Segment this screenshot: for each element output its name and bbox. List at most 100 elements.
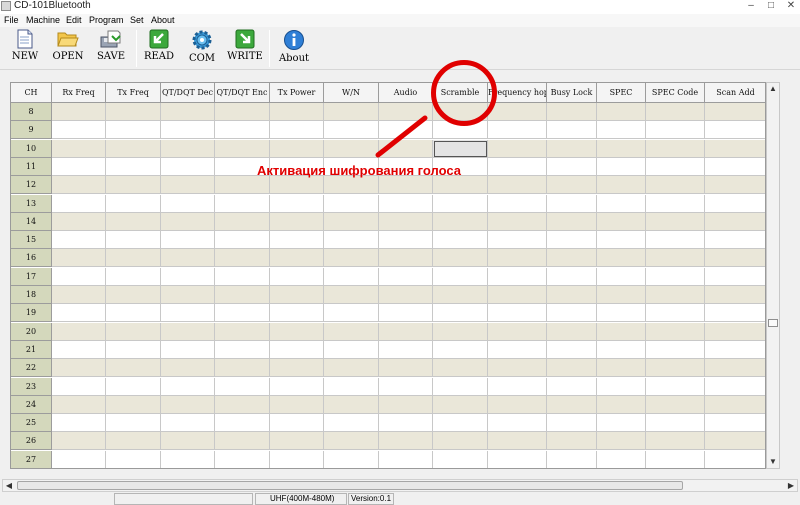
grid-cell[interactable] <box>597 395 646 414</box>
grid-cell[interactable] <box>705 322 765 341</box>
grid-cell[interactable] <box>488 121 547 140</box>
channel-number[interactable]: 26 <box>11 432 52 451</box>
com-button[interactable]: COM <box>182 29 222 69</box>
scroll-right-icon[interactable]: ▶ <box>785 480 797 491</box>
grid-cell[interactable] <box>52 249 106 268</box>
grid-cell[interactable] <box>488 157 547 176</box>
grid-cell[interactable] <box>215 249 270 268</box>
grid-cell[interactable] <box>270 249 324 268</box>
grid-cell[interactable] <box>547 249 597 268</box>
grid-cell[interactable] <box>597 212 646 231</box>
grid-cell[interactable] <box>379 139 433 158</box>
grid-cell[interactable] <box>488 249 547 268</box>
channel-number[interactable]: 12 <box>11 176 52 195</box>
grid-cell[interactable] <box>52 267 106 286</box>
menu-program[interactable]: Program <box>89 14 124 27</box>
grid-cell[interactable] <box>705 103 765 121</box>
grid-cell[interactable] <box>433 377 488 396</box>
grid-cell[interactable] <box>488 359 547 378</box>
grid-cell[interactable] <box>379 377 433 396</box>
grid-cell[interactable] <box>705 194 765 213</box>
grid-cell[interactable] <box>106 304 161 323</box>
grid-cell[interactable] <box>215 450 270 468</box>
grid-cell[interactable] <box>433 322 488 341</box>
grid-cell[interactable] <box>597 157 646 176</box>
grid-cell[interactable] <box>215 395 270 414</box>
minimize-button[interactable]: – <box>746 0 756 12</box>
grid-cell[interactable] <box>547 212 597 231</box>
grid-cell[interactable] <box>106 267 161 286</box>
grid-cell[interactable] <box>433 249 488 268</box>
grid-cell[interactable] <box>547 157 597 176</box>
grid-cell[interactable] <box>52 231 106 250</box>
grid-cell[interactable] <box>646 231 705 250</box>
grid-cell[interactable] <box>488 139 547 158</box>
grid-cell[interactable] <box>161 249 215 268</box>
grid-cell[interactable] <box>488 212 547 231</box>
grid-cell[interactable] <box>646 267 705 286</box>
grid-cell[interactable] <box>52 176 106 195</box>
grid-cell[interactable] <box>433 304 488 323</box>
grid-cell[interactable] <box>270 340 324 359</box>
channel-number[interactable]: 27 <box>11 450 52 468</box>
column-header[interactable]: Tx Freq <box>106 83 161 103</box>
grid-cell[interactable] <box>597 121 646 140</box>
grid-cell[interactable] <box>324 377 379 396</box>
grid-cell[interactable] <box>270 121 324 140</box>
menu-edit[interactable]: Edit <box>66 14 82 27</box>
channel-number[interactable]: 15 <box>11 231 52 250</box>
grid-cell[interactable] <box>52 395 106 414</box>
channel-number[interactable]: 11 <box>11 157 52 176</box>
grid-cell[interactable] <box>52 377 106 396</box>
grid-cell[interactable] <box>379 450 433 468</box>
grid-cell[interactable] <box>270 395 324 414</box>
grid-cell[interactable] <box>433 176 488 195</box>
grid-cell[interactable] <box>646 395 705 414</box>
grid-cell[interactable] <box>215 212 270 231</box>
grid-cell[interactable] <box>52 432 106 451</box>
grid-cell[interactable] <box>106 103 161 121</box>
grid-cell[interactable] <box>215 231 270 250</box>
grid-cell[interactable] <box>270 304 324 323</box>
grid-cell[interactable] <box>547 304 597 323</box>
grid-cell[interactable] <box>161 231 215 250</box>
grid-cell[interactable] <box>547 231 597 250</box>
grid-cell[interactable] <box>270 359 324 378</box>
grid-cell[interactable] <box>270 267 324 286</box>
grid-cell[interactable] <box>646 176 705 195</box>
grid-cell[interactable] <box>433 395 488 414</box>
grid-cell[interactable] <box>646 286 705 304</box>
grid-cell[interactable] <box>106 450 161 468</box>
grid-cell[interactable] <box>597 340 646 359</box>
grid-cell[interactable] <box>215 267 270 286</box>
grid-cell[interactable] <box>705 304 765 323</box>
grid-cell[interactable] <box>324 267 379 286</box>
grid-cell[interactable] <box>161 432 215 451</box>
grid-cell[interactable] <box>106 157 161 176</box>
grid-cell[interactable] <box>488 176 547 195</box>
grid-cell[interactable] <box>106 322 161 341</box>
grid-cell[interactable] <box>488 450 547 468</box>
grid-cell[interactable] <box>52 340 106 359</box>
column-header[interactable]: Rx Freq <box>52 83 106 103</box>
grid-cell[interactable] <box>597 231 646 250</box>
grid-cell[interactable] <box>488 304 547 323</box>
grid-cell[interactable] <box>488 231 547 250</box>
open-button[interactable]: OPEN <box>48 29 88 69</box>
grid-cell[interactable] <box>705 340 765 359</box>
grid-cell[interactable] <box>161 395 215 414</box>
grid-cell[interactable] <box>597 249 646 268</box>
grid-cell[interactable] <box>705 432 765 451</box>
grid-cell[interactable] <box>547 322 597 341</box>
grid-cell[interactable] <box>324 395 379 414</box>
grid-cell[interactable] <box>646 322 705 341</box>
grid-cell[interactable] <box>270 139 324 158</box>
grid-cell[interactable] <box>161 340 215 359</box>
channel-grid[interactable]: CH Rx Freq Tx Freq QT/DQT Dec QT/DQT Enc Tx P… <box>10 82 766 469</box>
maximize-button[interactable]: □ <box>766 0 776 12</box>
read-button[interactable]: READ <box>139 29 179 69</box>
grid-cell[interactable] <box>215 103 270 121</box>
grid-cell[interactable] <box>547 267 597 286</box>
grid-cell[interactable] <box>379 304 433 323</box>
grid-cell[interactable] <box>547 139 597 158</box>
